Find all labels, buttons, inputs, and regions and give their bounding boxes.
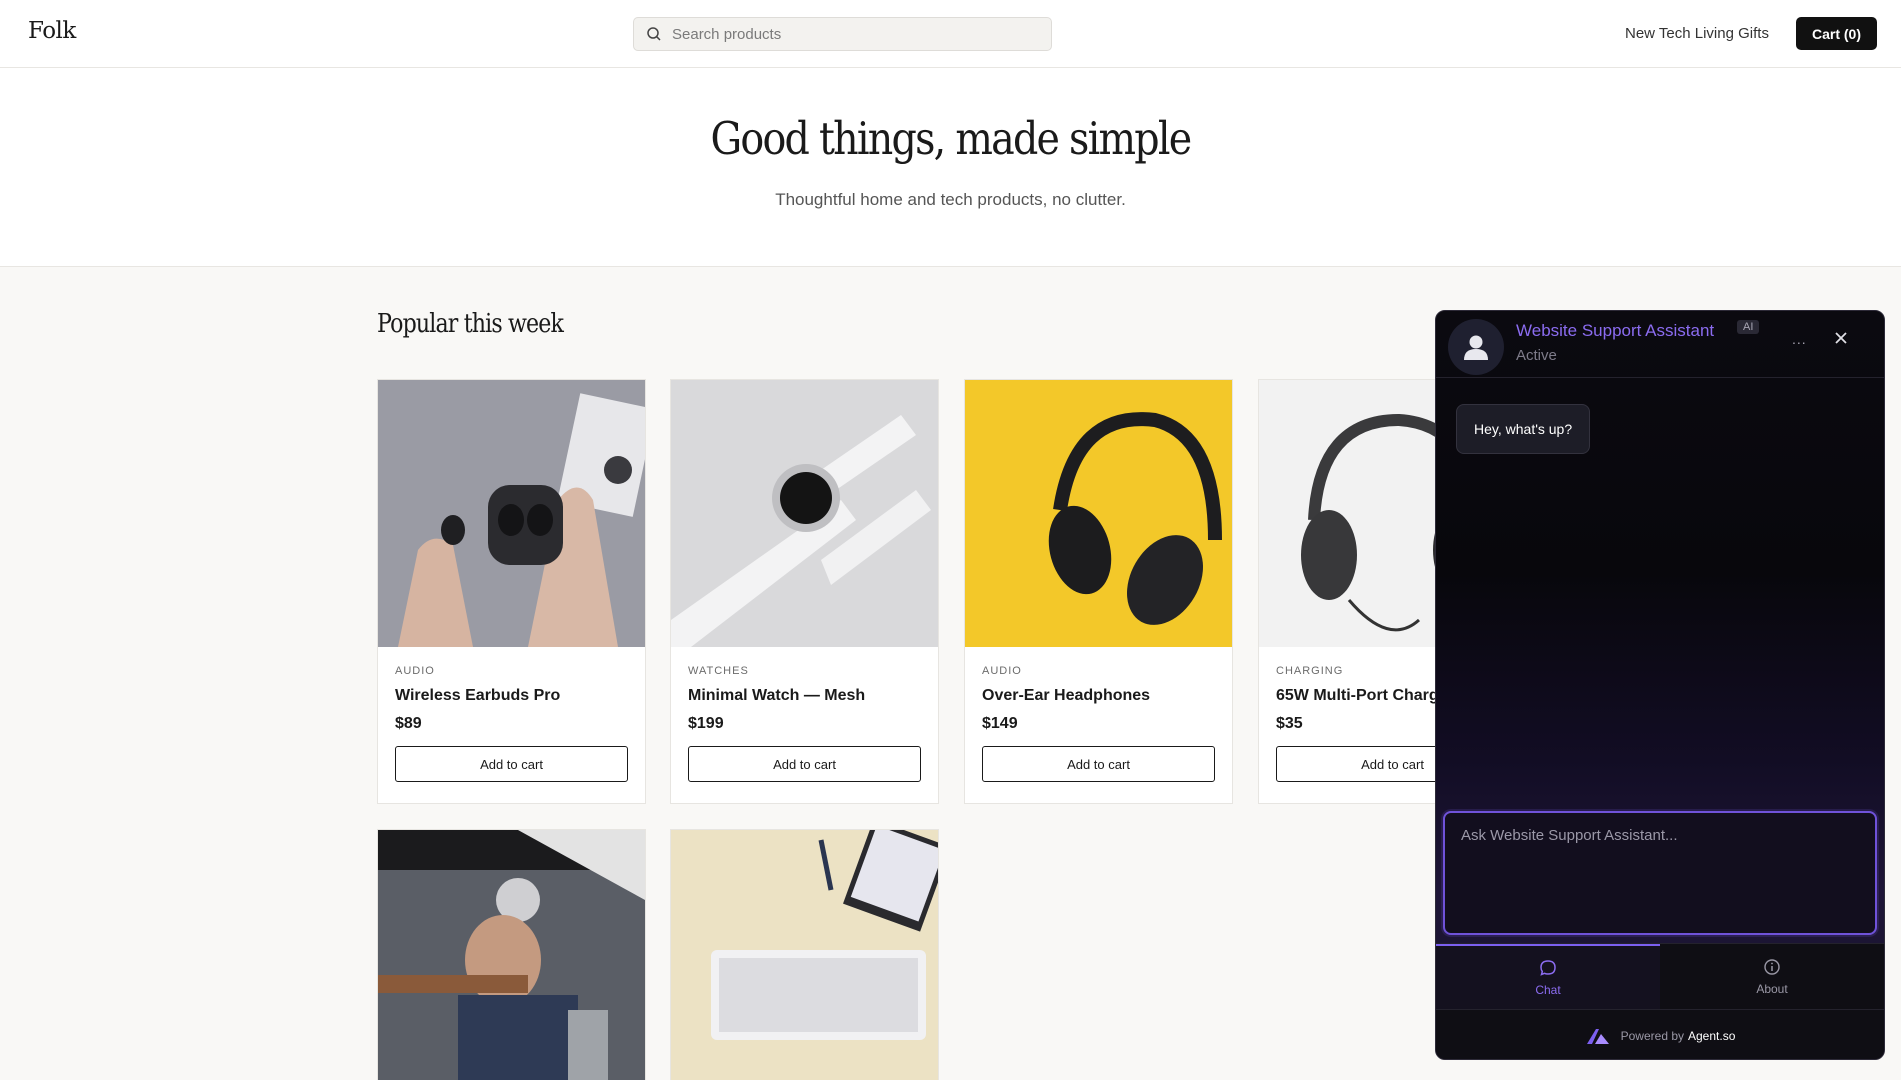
site-logo[interactable]: Folk xyxy=(28,18,76,44)
chat-bubble-icon xyxy=(1540,960,1556,976)
product-name[interactable]: 65W Multi-Port Charger xyxy=(1276,687,1454,705)
product-price: $35 xyxy=(1276,715,1303,732)
close-icon[interactable] xyxy=(1834,331,1848,350)
product-card[interactable] xyxy=(377,829,646,1080)
agent-logo-icon xyxy=(1586,1029,1609,1044)
product-image[interactable] xyxy=(965,380,1232,647)
brand-link[interactable]: Agent.so xyxy=(1688,1029,1735,1043)
product-image[interactable] xyxy=(671,830,938,1080)
tab-chat[interactable]: Chat xyxy=(1436,944,1660,1010)
product-card[interactable]: WATCHES Minimal Watch — Mesh $199 Add to… xyxy=(670,379,939,804)
add-to-cart-button[interactable]: Add to cart xyxy=(982,746,1215,782)
product-image[interactable] xyxy=(378,380,645,647)
product-card[interactable] xyxy=(670,829,939,1080)
chat-widget[interactable]: Website Support Assistant AI Active ... … xyxy=(1435,310,1885,1060)
product-name[interactable]: Minimal Watch — Mesh xyxy=(688,687,865,705)
assistant-avatar xyxy=(1448,319,1504,375)
product-price: $149 xyxy=(982,715,1018,732)
powered-by-footer[interactable]: Powered by Agent.so xyxy=(1436,1009,1884,1059)
chat-input[interactable] xyxy=(1445,813,1875,933)
hero-banner: Good things, made simple Thoughtful home… xyxy=(0,68,1901,267)
chat-header: Website Support Assistant AI Active ... xyxy=(1436,311,1884,378)
assistant-message: Hey, what's up? xyxy=(1456,404,1591,454)
cart-button[interactable]: Cart (0) xyxy=(1796,17,1877,50)
product-price: $89 xyxy=(395,715,422,732)
tab-about-label: About xyxy=(1756,982,1788,996)
chat-status: Active xyxy=(1516,347,1557,364)
add-to-cart-button[interactable]: Add to cart xyxy=(395,746,628,782)
nav-links[interactable]: New Tech Living Gifts xyxy=(1625,25,1769,42)
product-category: CHARGING xyxy=(1276,665,1344,677)
search-icon xyxy=(647,27,661,41)
hero-title: Good things, made simple xyxy=(710,112,1193,165)
search-input[interactable] xyxy=(670,24,1034,44)
product-price: $199 xyxy=(688,715,724,732)
product-card[interactable]: AUDIO Over-Ear Headphones $149 Add to ca… xyxy=(964,379,1233,804)
info-icon xyxy=(1764,959,1780,975)
product-name[interactable]: Over-Ear Headphones xyxy=(982,687,1150,705)
product-category: AUDIO xyxy=(982,665,1022,677)
product-category: AUDIO xyxy=(395,665,435,677)
hero-subtitle: Thoughtful home and tech products, no cl… xyxy=(775,190,1126,209)
search-box[interactable] xyxy=(633,17,1052,51)
powered-by-text: Powered by xyxy=(1620,1029,1684,1043)
section-title: Popular this week xyxy=(377,309,564,339)
product-card[interactable]: AUDIO Wireless Earbuds Pro $89 Add to ca… xyxy=(377,379,646,804)
tab-chat-label: Chat xyxy=(1535,983,1561,997)
product-image[interactable] xyxy=(671,380,938,647)
add-to-cart-button[interactable]: Add to cart xyxy=(688,746,921,782)
ai-badge: AI xyxy=(1737,320,1760,334)
product-image[interactable] xyxy=(378,830,645,1080)
chat-tabs: Chat About xyxy=(1436,943,1884,1010)
product-name[interactable]: Wireless Earbuds Pro xyxy=(395,687,560,705)
chat-title: Website Support Assistant xyxy=(1516,321,1715,340)
tab-about[interactable]: About xyxy=(1660,944,1884,1010)
more-options-icon[interactable]: ... xyxy=(1792,331,1807,347)
product-category: WATCHES xyxy=(688,665,749,677)
chat-input-box[interactable] xyxy=(1443,811,1877,935)
top-navigation-bar: Folk New Tech Living Gifts Cart (0) xyxy=(0,0,1901,68)
user-icon xyxy=(1464,335,1488,360)
